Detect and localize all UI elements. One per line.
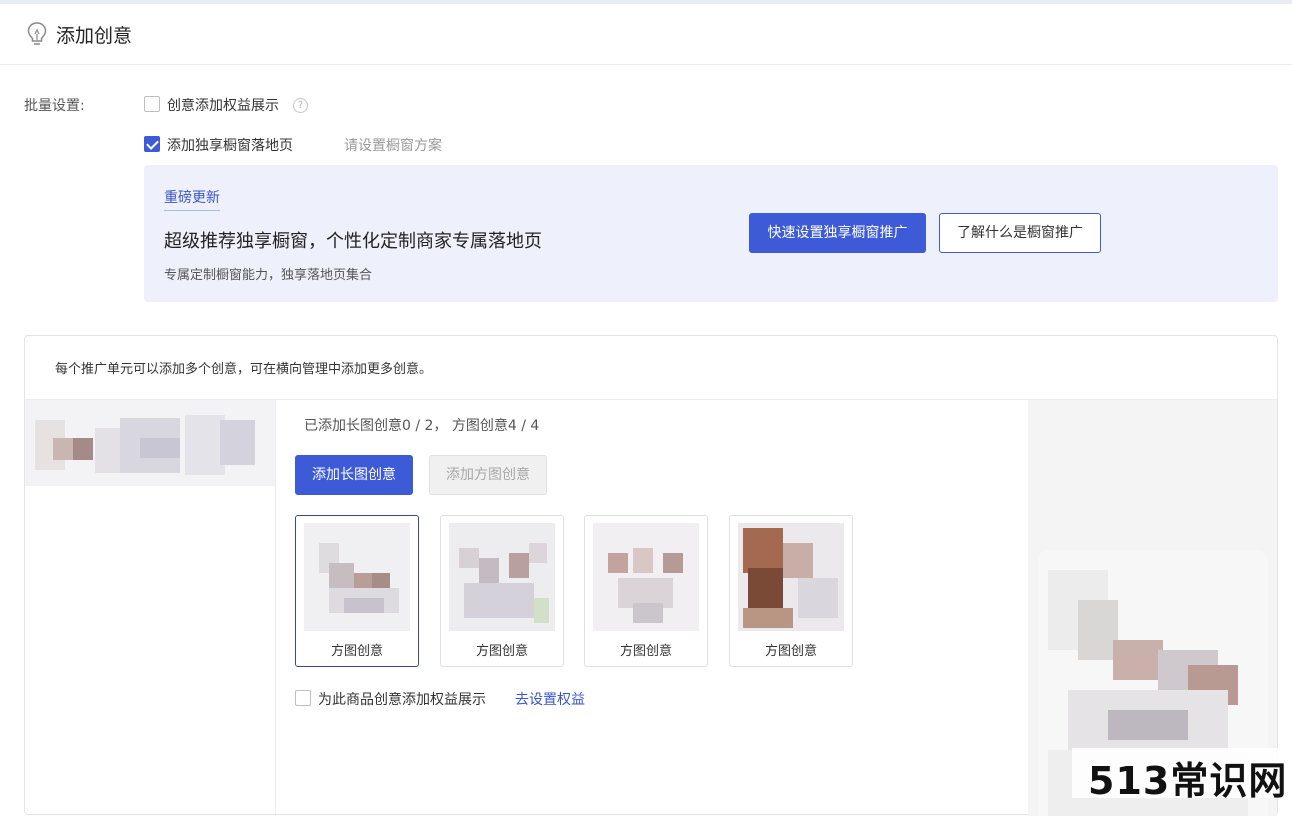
creative-thumbnail: [449, 523, 555, 631]
batch-settings-label: 批量设置:: [24, 98, 85, 114]
panel-note: 每个推广单元可以添加多个创意，可在横向管理中添加更多创意。: [55, 362, 433, 377]
benefit-display-label[interactable]: 创意添加权益展示: [167, 95, 279, 115]
card-label: 方图创意: [475, 644, 528, 659]
promo-headline: 超级推荐独享橱窗，个性化定制商家专属落地页: [164, 231, 542, 252]
learn-window-promo-button[interactable]: 了解什么是橱窗推广: [939, 213, 1101, 253]
benefit-creative-label[interactable]: 为此商品创意添加权益展示: [318, 689, 486, 709]
exclusive-window-label[interactable]: 添加独享橱窗落地页: [167, 135, 293, 155]
card-label: 方图创意: [330, 644, 383, 659]
unit-list: [25, 400, 276, 816]
creative-thumbnail: [593, 523, 699, 631]
promo-banner: 重磅更新 超级推荐独享橱窗，个性化定制商家专属落地页 专属定制橱窗能力，独享落地…: [144, 165, 1278, 302]
card-label: 方图创意: [764, 644, 817, 659]
promo-subtext: 专属定制橱窗能力，独享落地页集合: [164, 268, 373, 283]
creative-thumbnail: [738, 523, 844, 631]
unit-list-item[interactable]: [25, 400, 275, 486]
card-label: 方图创意: [619, 644, 672, 659]
add-long-creative-button[interactable]: 添加长图创意: [295, 455, 413, 495]
help-icon[interactable]: ?: [293, 98, 308, 113]
square-creative-card[interactable]: 方图创意: [584, 515, 708, 667]
add-square-creative-button: 添加方图创意: [429, 455, 547, 495]
creative-thumbnail: [304, 523, 410, 631]
page-header: 添加创意: [0, 4, 1292, 65]
creative-count: 已添加长图创意0 / 2， 方图创意4 / 4: [304, 418, 540, 434]
set-benefit-link[interactable]: 去设置权益: [515, 689, 585, 709]
bulb-icon: [27, 22, 47, 45]
quick-setup-window-button[interactable]: 快速设置独享橱窗推广: [749, 213, 926, 253]
square-creative-card[interactable]: 方图创意: [729, 515, 853, 667]
square-creative-card[interactable]: 方图创意: [295, 515, 419, 667]
page-title: 添加创意: [56, 25, 133, 47]
watermark: 513常识网: [1088, 759, 1288, 803]
benefit-creative-checkbox[interactable]: [295, 690, 311, 706]
window-plan-hint: 请设置橱窗方案: [344, 138, 442, 154]
promo-tag: 重磅更新: [164, 187, 220, 211]
square-creative-card[interactable]: 方图创意: [440, 515, 564, 667]
exclusive-window-checkbox[interactable]: [144, 136, 160, 152]
benefit-display-checkbox[interactable]: [144, 96, 160, 112]
